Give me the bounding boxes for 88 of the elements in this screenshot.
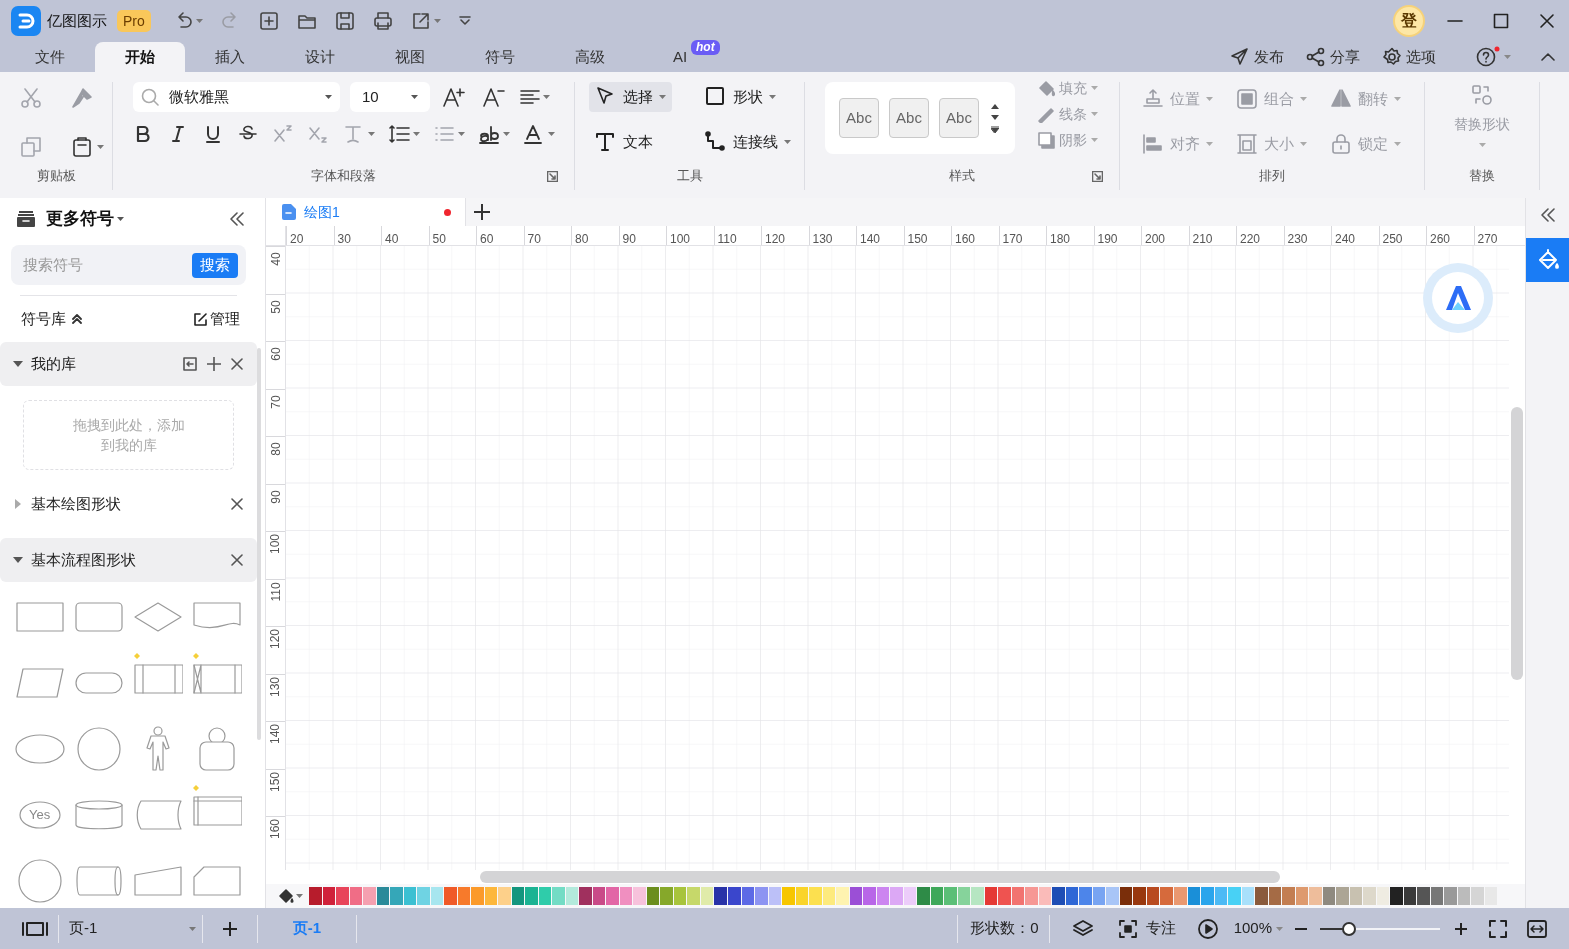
font-size-select[interactable]: 10 bbox=[350, 82, 430, 112]
menu-tab[interactable]: 插入 bbox=[185, 42, 275, 72]
ruler-label: 220 bbox=[1240, 232, 1261, 245]
menu-tab[interactable]: 设计 bbox=[275, 42, 365, 72]
ruler-label: 260 bbox=[1430, 232, 1451, 245]
menu-tab[interactable]: 高级 bbox=[545, 42, 635, 72]
ruler-label: 70 bbox=[269, 394, 282, 409]
tool-button[interactable]: 文本 bbox=[589, 127, 659, 157]
style-preset[interactable]: Abc bbox=[939, 98, 979, 138]
ruler-label: 20 bbox=[290, 232, 304, 245]
symbol-search-field[interactable]: 搜索符号 搜索 bbox=[11, 245, 246, 285]
publish-button[interactable]: 发布 bbox=[1230, 45, 1284, 69]
ruler-label: 200 bbox=[1145, 232, 1166, 245]
ruler-label: 190 bbox=[1097, 232, 1118, 245]
ruler-label: 140 bbox=[269, 724, 282, 744]
ruler-label: 50 bbox=[432, 232, 446, 245]
ruler-label: 170 bbox=[1002, 232, 1023, 245]
tool-button[interactable]: 选择 bbox=[589, 82, 672, 112]
style-preset[interactable]: Abc bbox=[889, 98, 929, 138]
menu-tab[interactable]: AI hot bbox=[635, 42, 725, 72]
ruler-label: 90 bbox=[269, 489, 282, 504]
menu-tab[interactable]: 符号 bbox=[455, 42, 545, 72]
ruler-label: 240 bbox=[1335, 232, 1356, 245]
ruler-label: 270 bbox=[1477, 232, 1498, 245]
ruler-label: 30 bbox=[337, 232, 351, 245]
page-select[interactable]: 页-1 bbox=[58, 914, 203, 943]
more-symbols-menu[interactable]: 更多符号 bbox=[46, 206, 124, 232]
group-label: 样式 bbox=[949, 167, 975, 186]
library-header[interactable]: 基本流程图形状 bbox=[0, 538, 257, 582]
ruler-label: 110 bbox=[269, 581, 282, 602]
menu-tab[interactable]: 文件 bbox=[5, 42, 95, 72]
document-title: 绘图1 bbox=[304, 202, 341, 222]
drop-hint: 拖拽到此处，添加到我的库 bbox=[71, 416, 186, 455]
document-tab[interactable]: 绘图1 bbox=[266, 198, 466, 226]
search-button[interactable]: 搜索 bbox=[192, 252, 238, 278]
ruler-label: 60 bbox=[480, 232, 494, 245]
ruler-label: 100 bbox=[670, 232, 691, 245]
ruler-label: 210 bbox=[1192, 232, 1213, 245]
style-preset[interactable]: Abc bbox=[839, 98, 879, 138]
group-label: 替换 bbox=[1469, 167, 1495, 186]
group-label: 字体和段落 bbox=[311, 167, 376, 186]
share-button[interactable]: 分享 bbox=[1306, 45, 1360, 69]
ruler-label: 100 bbox=[269, 534, 282, 554]
menu-tab[interactable]: 开始 bbox=[95, 42, 185, 72]
group-label: 工具 bbox=[676, 167, 703, 186]
section-title: 符号库 bbox=[21, 308, 66, 329]
ruler-label: 40 bbox=[385, 232, 399, 245]
ruler-label: 150 bbox=[907, 232, 928, 245]
ruler-label: 120 bbox=[765, 232, 786, 245]
pro-badge: Pro bbox=[117, 10, 151, 32]
menu-tab[interactable]: 视图 bbox=[365, 42, 455, 72]
group-label: 剪贴板 bbox=[36, 167, 76, 186]
ruler-label: 50 bbox=[269, 299, 282, 314]
ruler-label: 230 bbox=[1287, 232, 1308, 245]
font-family-value: 微软雅黑 bbox=[169, 86, 230, 107]
manage-button[interactable]: 管理 bbox=[194, 307, 240, 331]
focus-mode-button[interactable]: 专注 bbox=[1117, 917, 1176, 940]
ruler-label: 250 bbox=[1382, 232, 1403, 245]
ruler-label: 60 bbox=[269, 347, 282, 361]
ruler-label: 130 bbox=[269, 676, 282, 697]
ruler-label: 40 bbox=[269, 252, 282, 266]
group-label: 排列 bbox=[1259, 167, 1285, 186]
zoom-select[interactable]: 100% bbox=[1233, 917, 1283, 940]
ruler-label: 140 bbox=[860, 232, 881, 245]
library-name: 基本绘图形状 bbox=[31, 493, 121, 514]
options-button[interactable]: 选项 bbox=[1382, 45, 1436, 69]
ruler-label: 180 bbox=[1050, 232, 1071, 245]
ruler-label: 130 bbox=[812, 232, 833, 245]
font-size-value: 10 bbox=[362, 86, 380, 107]
library-name: 我的库 bbox=[31, 353, 76, 374]
ruler-label: 80 bbox=[575, 232, 589, 245]
ruler-label: 150 bbox=[269, 771, 282, 792]
shape-count: 形状数：0 bbox=[970, 918, 1039, 939]
ruler-label: 90 bbox=[622, 232, 636, 245]
ruler-label: 80 bbox=[269, 442, 282, 456]
avatar[interactable]: 登 bbox=[1393, 5, 1425, 37]
ruler-label: 70 bbox=[527, 232, 541, 245]
ruler-label: 160 bbox=[955, 232, 976, 245]
hot-badge: hot bbox=[691, 40, 720, 55]
ruler-label: 160 bbox=[269, 819, 282, 839]
ruler-label: 120 bbox=[269, 629, 282, 649]
app-name: 亿图图示 bbox=[47, 10, 107, 31]
library-name: 基本流程图形状 bbox=[31, 549, 136, 570]
library-header[interactable]: 我的库 bbox=[0, 342, 257, 386]
tool-button[interactable]: 形状 bbox=[699, 82, 782, 112]
ruler-label: 110 bbox=[717, 232, 737, 245]
font-family-select[interactable]: 微软雅黑 bbox=[133, 82, 340, 112]
tool-button[interactable]: 连接线 bbox=[699, 127, 797, 157]
